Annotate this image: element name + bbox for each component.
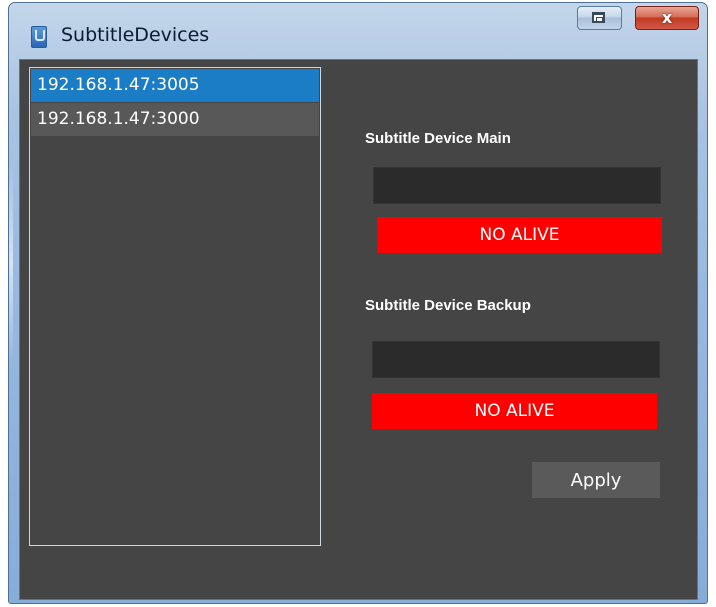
- client-area: 192.168.1.47:3005 192.168.1.47:3000 Subt…: [19, 59, 698, 600]
- window-frame-highlight: [9, 163, 13, 363]
- close-icon: x: [661, 8, 673, 27]
- restore-icon: [592, 12, 605, 23]
- restore-button[interactable]: [577, 6, 622, 30]
- close-button[interactable]: x: [635, 6, 699, 30]
- backup-device-field[interactable]: [372, 341, 660, 378]
- device-list[interactable]: 192.168.1.47:3005 192.168.1.47:3000: [29, 67, 321, 546]
- list-item[interactable]: 192.168.1.47:3000: [31, 103, 319, 136]
- app-icon: [31, 26, 47, 48]
- main-device-label: Subtitle Device Main: [365, 130, 511, 147]
- window-title: SubtitleDevices: [61, 24, 210, 46]
- apply-button[interactable]: Apply: [532, 462, 660, 498]
- main-device-status: NO ALIVE: [377, 217, 662, 253]
- backup-device-label: Subtitle Device Backup: [365, 297, 531, 314]
- main-device-field[interactable]: [373, 167, 661, 204]
- backup-device-status: NO ALIVE: [372, 393, 657, 429]
- list-item[interactable]: 192.168.1.47:3005: [31, 69, 319, 102]
- title-bar[interactable]: SubtitleDevices x: [9, 3, 707, 57]
- subtitle-devices-window: SubtitleDevices x 192.168.1.47:3005 192.…: [8, 2, 708, 604]
